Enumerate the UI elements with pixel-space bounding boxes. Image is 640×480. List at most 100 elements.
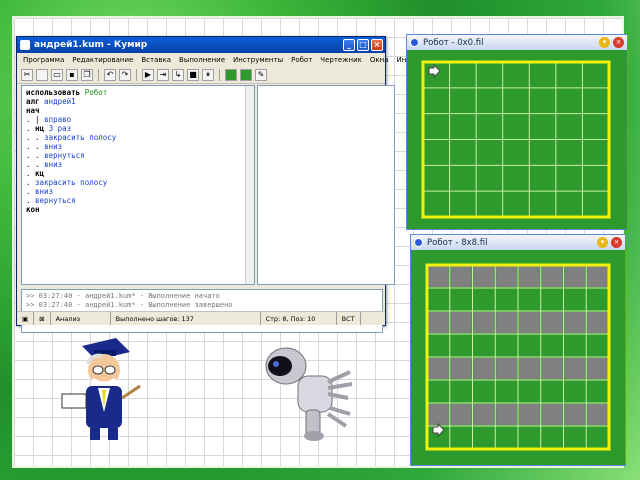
- robot-app-icon: [410, 38, 419, 47]
- painted-cell: [541, 358, 563, 379]
- menu-item[interactable]: Робот: [291, 56, 312, 64]
- status-bar: ▣ ⊠ Анализ Выполнено шагов: 137 Стр: 8, …: [17, 311, 385, 325]
- code-line: . закрасить полосу: [26, 178, 108, 187]
- code-editor[interactable]: использовать Робот алг андрей1 нач. | впра…: [21, 85, 255, 285]
- output-line: >> 03:27:40 - андрей1.kum* - Выполнение …: [26, 292, 220, 300]
- code-line: . . вниз: [26, 160, 63, 169]
- robot-field-2: [425, 263, 611, 451]
- menu-item[interactable]: Инструменты: [233, 56, 283, 64]
- minimize-button[interactable]: _: [343, 39, 355, 51]
- painted-cell: [473, 358, 495, 379]
- editor-margin: [257, 85, 395, 285]
- painted-cell: [473, 404, 495, 425]
- app-icon: [20, 40, 30, 50]
- save-icon[interactable]: ▪: [66, 68, 78, 81]
- code-line: нач: [26, 106, 40, 115]
- cut-icon[interactable]: ✂: [21, 68, 33, 81]
- painted-cell: [541, 404, 563, 425]
- status-mode: Анализ: [51, 312, 111, 325]
- painted-cell: [428, 312, 449, 333]
- painted-cell: [519, 358, 540, 379]
- code-line: алг андрей1: [26, 97, 76, 106]
- painted-cell: [519, 266, 540, 287]
- toolbar: ✂ ▭ ▪ ❐ ↶ ↷ ▶ ⇥ ↳ ■ ⏸ ✎: [17, 66, 385, 84]
- close-button[interactable]: ×: [611, 237, 622, 248]
- painted-cell: [519, 404, 540, 425]
- painted-cell: [564, 266, 586, 287]
- menu-item[interactable]: Чертежник: [320, 56, 362, 64]
- painted-cell: [541, 312, 563, 333]
- robot-window-small[interactable]: Робот - 0x0.fil ▾ ×: [406, 34, 628, 230]
- status-steps: Выполнено шагов: 137: [111, 312, 261, 325]
- code-line: . вниз: [26, 187, 54, 196]
- painted-cell: [428, 404, 449, 425]
- minimize-button[interactable]: ▾: [597, 237, 608, 248]
- menu-item[interactable]: Программа: [23, 56, 64, 64]
- open-folder-icon[interactable]: ▭: [51, 68, 63, 81]
- code-line: . нц 3 раз: [26, 124, 72, 133]
- pencil-icon[interactable]: ✎: [255, 68, 267, 81]
- status-icon-2: ⊠: [34, 312, 51, 325]
- maximize-button[interactable]: □: [357, 39, 369, 51]
- painted-cell: [564, 312, 586, 333]
- painted-cell: [428, 266, 449, 287]
- robot-marker-icon: [428, 63, 441, 79]
- window-titlebar[interactable]: андрей1.kum - Кумир _ □ ×: [17, 37, 385, 53]
- painted-cell: [496, 266, 517, 287]
- run-icon[interactable]: ▶: [142, 68, 154, 81]
- step-into-icon[interactable]: ↳: [172, 68, 184, 81]
- robot-window-large[interactable]: Робот - 8x8.fil ▾ ×: [410, 234, 626, 466]
- robot-field-1: [421, 60, 611, 219]
- minimize-button[interactable]: ▾: [599, 37, 610, 48]
- undo-icon[interactable]: ↶: [104, 68, 116, 81]
- code-line: . . закрасить полосу: [26, 133, 117, 142]
- step-icon[interactable]: ⇥: [157, 68, 169, 81]
- menu-item[interactable]: Окна: [370, 56, 389, 64]
- robot-app-icon: [414, 238, 423, 247]
- kumir-window[interactable]: андрей1.kum - Кумир _ □ × Программа Редак…: [16, 36, 417, 333]
- code-line: . вернуться: [26, 196, 76, 205]
- robot-window-title: Робот - 8x8.fil: [427, 237, 488, 248]
- robot-window-titlebar[interactable]: Робот - 8x8.fil ▾ ×: [411, 235, 625, 250]
- pause-icon[interactable]: ⏸: [202, 68, 214, 81]
- painted-cell: [587, 358, 608, 379]
- painted-cell: [564, 358, 586, 379]
- stop-icon[interactable]: ■: [187, 68, 199, 81]
- painted-cell: [496, 312, 517, 333]
- menu-item[interactable]: Вставка: [141, 56, 171, 64]
- robot-window-title: Робот - 0x0.fil: [423, 37, 484, 48]
- painted-cell: [564, 404, 586, 425]
- code-line: использовать Робот: [26, 88, 108, 97]
- menu-bar: Программа Редактирование Вставка Выполнение…: [17, 53, 417, 66]
- status-insert: ВСТ: [337, 312, 361, 325]
- menu-item[interactable]: Выполнение: [179, 56, 225, 64]
- output-line: >> 03:27:40 - андрей1.kum* - Выполнение …: [26, 301, 233, 309]
- painted-cell: [450, 312, 472, 333]
- painted-cell: [519, 312, 540, 333]
- painted-cell: [541, 266, 563, 287]
- painted-cell: [496, 358, 517, 379]
- robot-window-icon[interactable]: [240, 68, 252, 81]
- close-button[interactable]: ×: [613, 37, 624, 48]
- professor-clipart: [61, 338, 141, 440]
- code-line: . . вниз: [26, 142, 63, 151]
- code-line: . кц: [26, 169, 45, 178]
- status-icon-1: ▣: [17, 312, 35, 325]
- robot-clipart: [265, 347, 353, 441]
- painted-cell: [450, 404, 472, 425]
- code-line: . . вернуться: [26, 151, 85, 160]
- redo-icon[interactable]: ↷: [119, 68, 131, 81]
- painted-cell: [587, 266, 608, 287]
- copy-icon[interactable]: ❐: [81, 68, 93, 81]
- editor-scrollbar[interactable]: [245, 86, 254, 284]
- close-button[interactable]: ×: [371, 39, 383, 51]
- painted-cell: [450, 358, 472, 379]
- painted-cell: [587, 312, 608, 333]
- robot-window-titlebar[interactable]: Робот - 0x0.fil ▾ ×: [407, 35, 627, 50]
- painted-cell: [496, 404, 517, 425]
- window-title: андрей1.kum - Кумир: [34, 40, 148, 50]
- painted-cell: [450, 266, 472, 287]
- new-file-icon[interactable]: [36, 68, 48, 81]
- robot-grid-icon[interactable]: [225, 68, 237, 81]
- menu-item[interactable]: Редактирование: [72, 56, 133, 64]
